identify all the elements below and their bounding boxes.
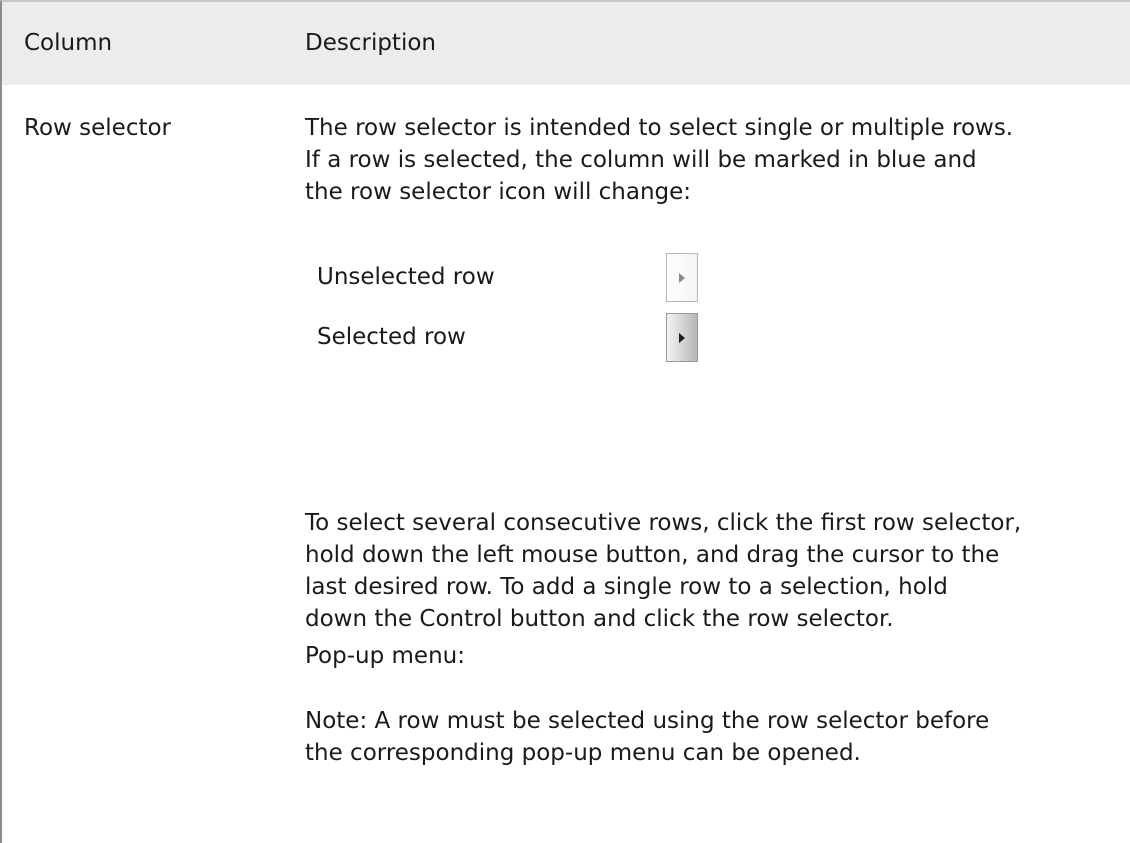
- description-instructions: To select several consecutive rows, clic…: [305, 510, 1022, 632]
- row-selector-selected-icon: [666, 313, 698, 362]
- row-selector-unselected-icon: [666, 253, 698, 302]
- triangle-right-icon: [679, 333, 685, 343]
- row-label-row-selector: Row selector: [24, 115, 172, 141]
- description-intro: The row selector is intended to select s…: [305, 115, 1014, 205]
- description-note: Note: A row must be selected using the r…: [305, 708, 990, 766]
- column-header-column: Column: [24, 30, 113, 56]
- triangle-right-icon: [679, 273, 685, 283]
- table-header-row: Column Description: [2, 2, 1130, 85]
- help-table: Column Description Row selector The row …: [0, 0, 1130, 843]
- popup-menu-label: Pop-up menu:: [305, 643, 465, 669]
- unselected-row-label: Unselected row: [317, 264, 495, 290]
- column-header-description: Description: [305, 30, 436, 56]
- selected-row-label: Selected row: [317, 324, 466, 350]
